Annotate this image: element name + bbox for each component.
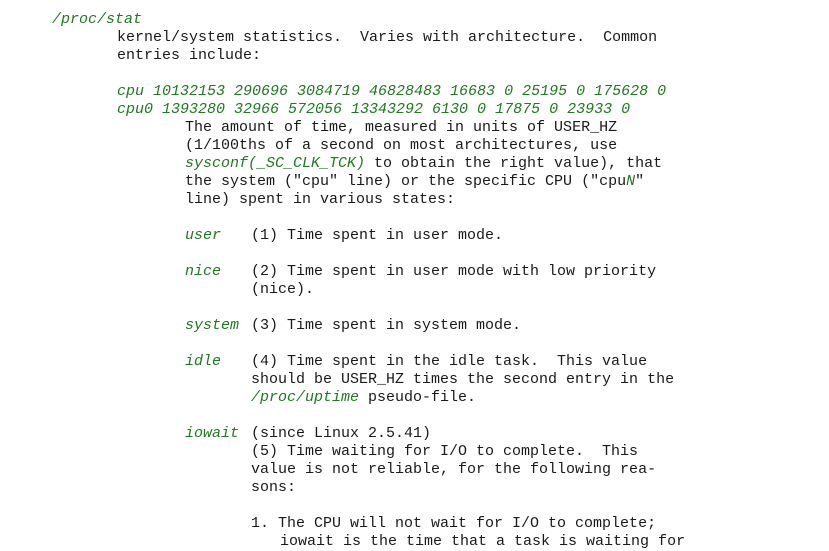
field-idle-name: idle	[185, 353, 222, 370]
iowait-reason-1-line-2: iowait is the time that a task is waitin…	[280, 533, 686, 550]
cpu0-example-line: cpu0 1393280 32966 572056 13343292 6130 …	[117, 101, 631, 118]
description-line-2: entries include:	[117, 47, 262, 64]
field-iowait-desc-2: value is not reliable, for the following…	[251, 461, 657, 478]
field-system-desc: (3) Time spent in system mode.	[251, 317, 522, 334]
field-user-name: user	[185, 227, 222, 244]
description-line-1: kernel/system statistics. Varies with ar…	[117, 29, 658, 46]
sysconf-code: sysconf(_SC_CLK_TCK)	[185, 155, 366, 172]
cpu-n-variable: N	[626, 173, 636, 190]
field-idle-desc-2: should be USER_HZ times the second entry…	[251, 371, 675, 388]
field-iowait-desc-3: sons:	[251, 479, 297, 496]
cpu-example-line: cpu 10132153 290696 3084719 46828483 166…	[117, 83, 667, 100]
field-idle-desc-3: /proc/uptime pseudo-file.	[251, 389, 476, 407]
intro-line-4: the system ("cpu" line) or the specific …	[185, 173, 644, 191]
intro-line-4-end: "	[635, 173, 645, 190]
field-iowait-since: (since Linux 2.5.41)	[251, 425, 432, 442]
proc-stat-heading: /proc/stat	[52, 11, 143, 28]
intro-line-2: (1/100ths of a second on most architectu…	[185, 137, 618, 154]
proc-uptime-link: /proc/uptime	[251, 389, 360, 406]
field-idle-desc-1: (4) Time spent in the idle task. This va…	[251, 353, 648, 370]
field-system-name: system	[185, 317, 240, 334]
field-nice-desc-2: (nice).	[251, 281, 315, 298]
field-iowait-desc-1: (5) Time waiting for I/O to complete. Th…	[251, 443, 639, 460]
iowait-reason-1-line-1: 1. The CPU will not wait for I/O to comp…	[251, 515, 657, 532]
intro-line-3: sysconf(_SC_CLK_TCK) to obtain the right…	[185, 155, 662, 173]
intro-line-5: line) spent in various states:	[185, 191, 456, 208]
field-iowait-name: iowait	[185, 425, 240, 442]
field-nice-name: nice	[185, 263, 222, 280]
intro-line-3-rest: to obtain the right value), that	[365, 155, 663, 172]
intro-line-4-start: the system ("cpu" line) or the specific …	[185, 173, 627, 190]
field-nice-desc-1: (2) Time spent in user mode with low pri…	[251, 263, 657, 280]
field-idle-desc-3-rest: pseudo-file.	[359, 389, 477, 406]
man-page: /proc/stat kernel/system statistics. Var…	[0, 0, 829, 550]
intro-line-1: The amount of time, measured in units of…	[185, 119, 618, 136]
field-user-desc: (1) Time spent in user mode.	[251, 227, 504, 244]
